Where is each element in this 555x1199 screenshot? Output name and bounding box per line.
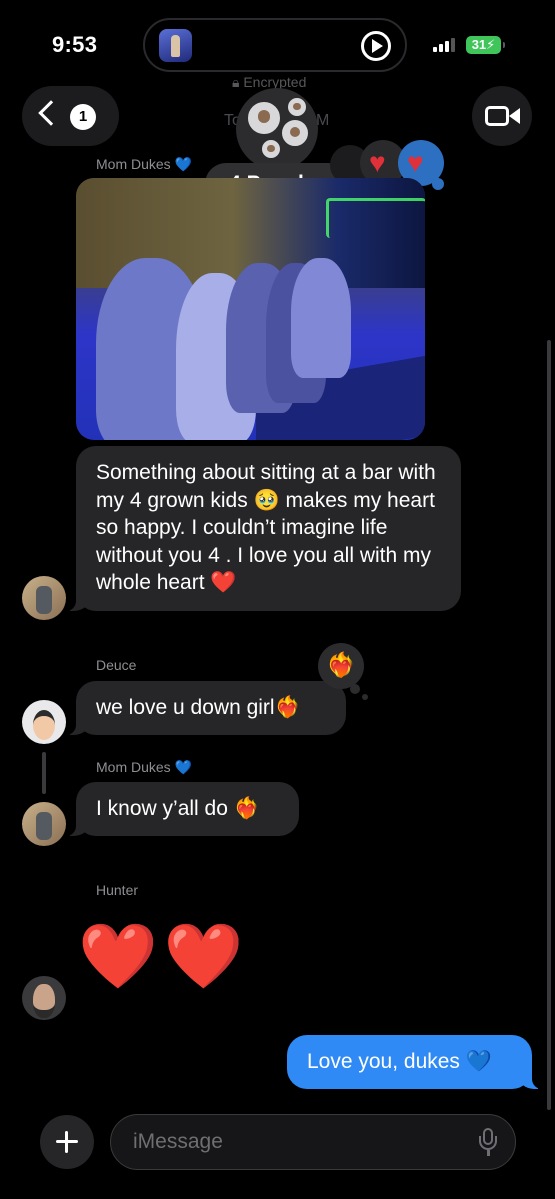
avatar-deuce[interactable] <box>22 700 66 744</box>
avatar-mom-dukes[interactable] <box>22 576 66 620</box>
message-text: Something about sitting at a bar with my… <box>96 461 436 594</box>
dynamic-island[interactable] <box>143 18 407 72</box>
heart-on-fire-icon: ❤️‍🔥 <box>326 652 356 679</box>
sender-name: Mom Dukes 💙 <box>96 759 192 776</box>
emoji-message[interactable]: ❤️❤️ <box>78 924 249 988</box>
status-time: 9:53 <box>52 32 98 57</box>
microphone-icon[interactable] <box>478 1128 498 1158</box>
play-circle-icon[interactable] <box>361 31 391 61</box>
avatar-hunter[interactable] <box>22 976 66 1020</box>
battery-level: 31 <box>471 37 487 52</box>
message-text: I know y’all do ❤️‍🔥 <box>96 797 260 820</box>
unread-count-badge: 1 <box>70 104 96 130</box>
photo-neon-light <box>326 198 425 238</box>
facetime-video-button[interactable] <box>472 86 532 146</box>
photo-message[interactable] <box>76 178 425 440</box>
message-bubble[interactable]: Something about sitting at a bar with my… <box>66 446 461 611</box>
scrollbar[interactable] <box>547 340 551 1110</box>
video-camera-lens <box>509 108 520 124</box>
message-text: Love you, dukes 💙 <box>307 1050 492 1073</box>
blue-heart-badge: 💙 <box>174 759 193 775</box>
thread-connector <box>42 752 46 794</box>
message-bubble[interactable]: we love u down girl❤️‍🔥 <box>66 681 346 735</box>
member-avatar <box>260 138 282 160</box>
sender-label: Mom Dukes <box>96 156 171 172</box>
member-avatar <box>280 118 310 148</box>
video-camera-icon <box>485 106 509 126</box>
member-avatar <box>286 96 308 118</box>
sender-name: Hunter <box>96 882 139 898</box>
photo-person <box>291 258 351 378</box>
sender-name: Deuce <box>96 657 137 673</box>
message-bubble[interactable]: I know y’all do ❤️‍🔥 <box>66 782 299 836</box>
heart-reaction-icon: ♥ <box>369 147 386 178</box>
imessage-input[interactable] <box>110 1114 516 1170</box>
plus-icon[interactable] <box>40 1115 94 1169</box>
avatar-mom-dukes[interactable] <box>22 802 66 846</box>
group-avatar[interactable] <box>236 88 318 170</box>
reaction-tail-dot <box>432 178 444 190</box>
outgoing-message-bubble[interactable]: Love you, dukes 💙 <box>287 1035 542 1089</box>
signal-icon <box>433 38 459 52</box>
tapback-reaction[interactable]: ❤️‍🔥 <box>318 643 364 689</box>
battery-indicator: 31⚡ <box>466 36 505 54</box>
now-playing-app-icon <box>159 29 192 62</box>
lock-icon: 🔒︎ <box>232 74 240 90</box>
back-chevron-icon <box>38 100 64 126</box>
heart-reaction-icon: ♥ <box>407 147 424 178</box>
sender-name: Mom Dukes 💙 <box>96 156 192 173</box>
message-text: we love u down girl❤️‍🔥 <box>96 696 301 719</box>
sender-label: Mom Dukes <box>96 759 171 775</box>
tapback-tail-dot <box>362 694 368 700</box>
back-button[interactable]: 1 <box>22 86 119 146</box>
tapback-tail-dot <box>350 684 360 694</box>
blue-heart-badge: 💙 <box>174 156 193 172</box>
member-avatar <box>246 100 282 136</box>
